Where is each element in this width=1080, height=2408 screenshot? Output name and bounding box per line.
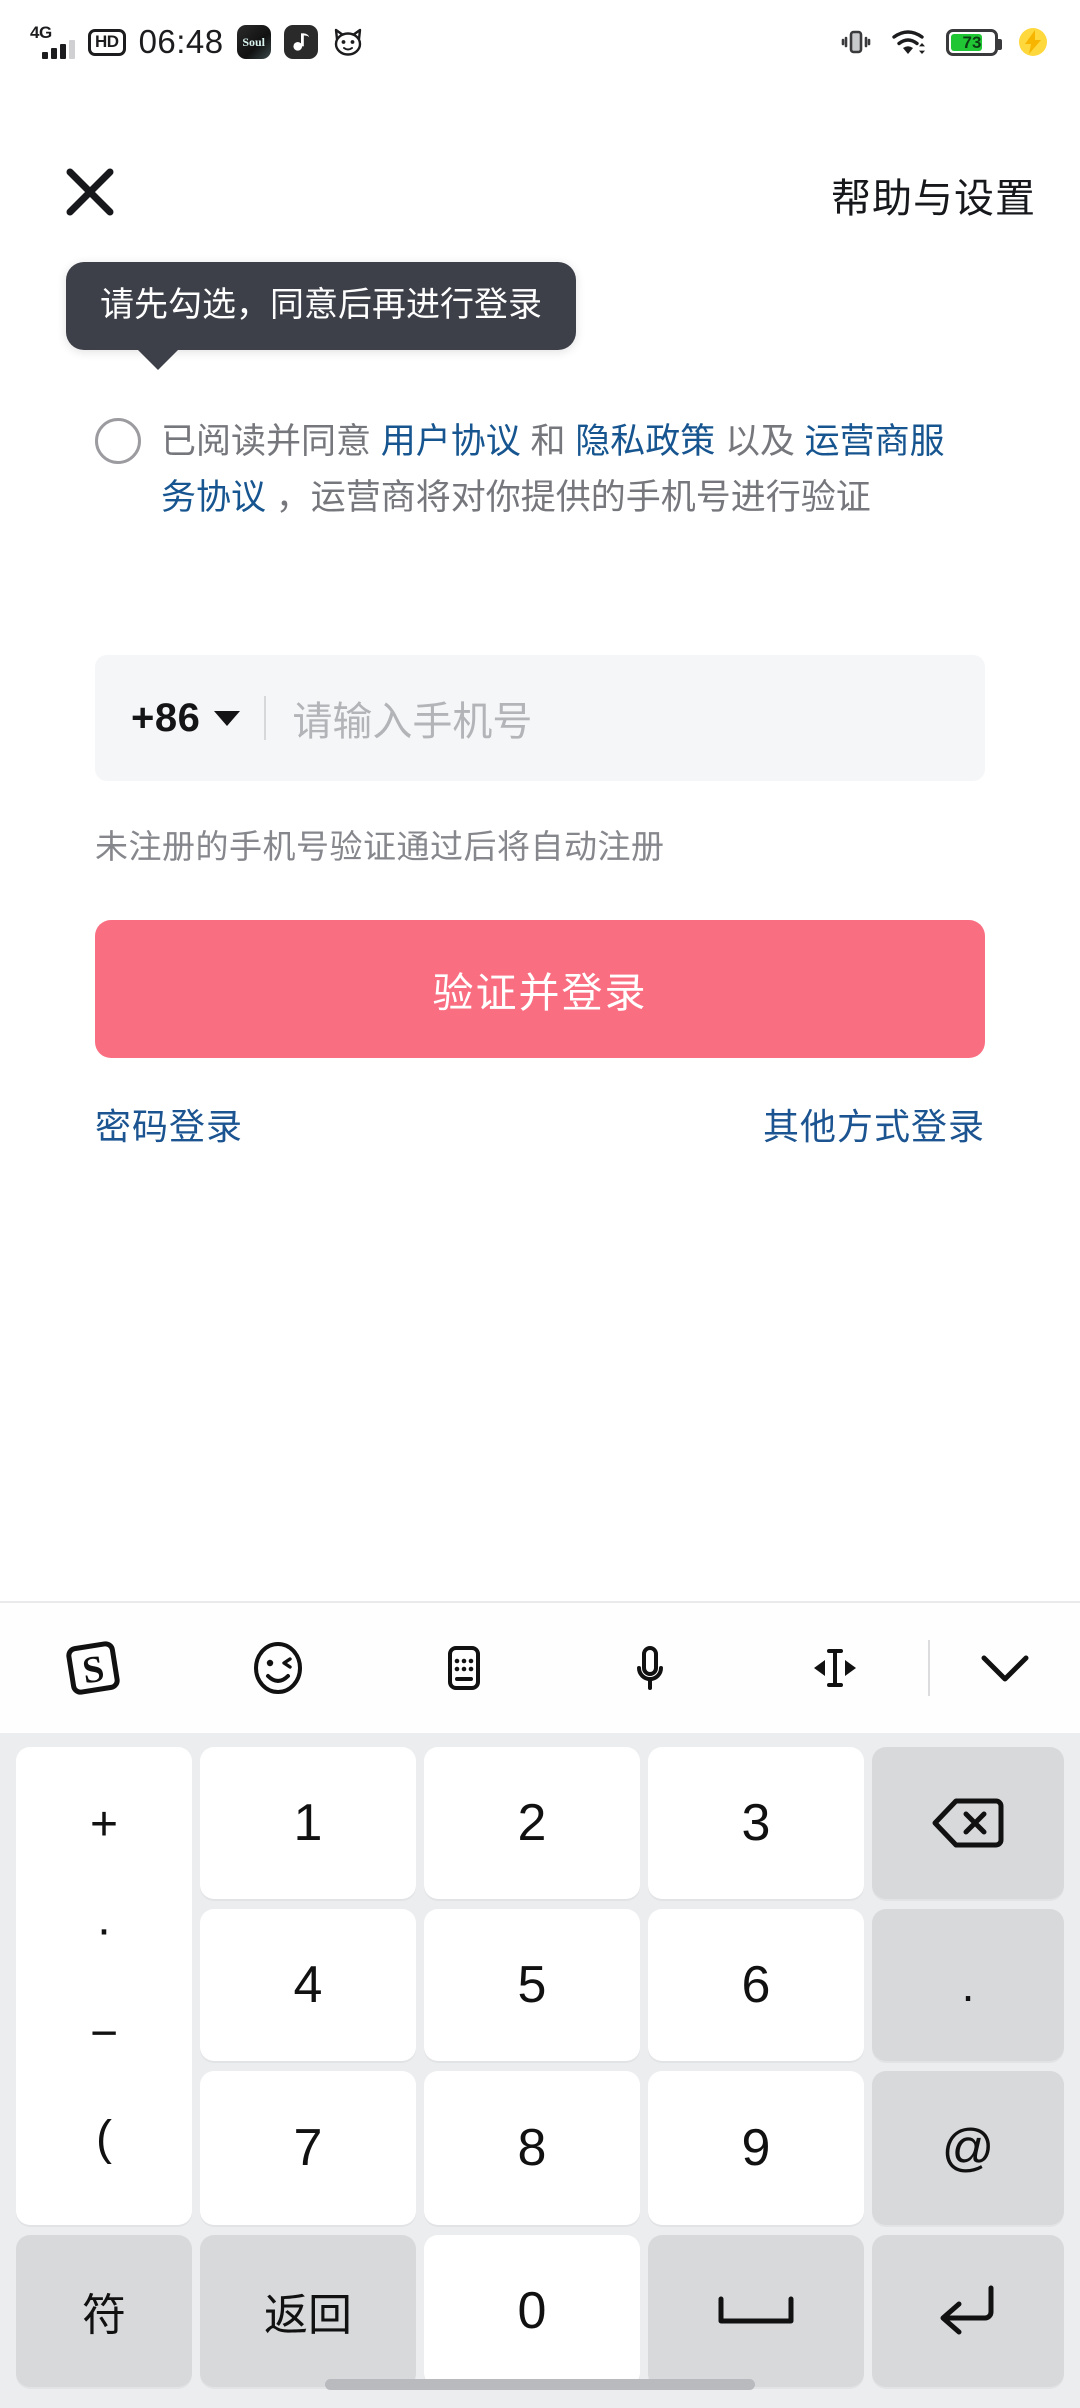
help-and-settings-link[interactable]: 帮助与设置 xyxy=(831,166,1036,224)
secondary-login-links: 密码登录 其他方式登录 xyxy=(95,1098,985,1150)
agreement-prefix: 已阅读并同意 xyxy=(161,422,381,461)
agreement-tooltip: 请先勾选，同意后再进行登录 xyxy=(66,262,576,370)
key-7[interactable]: 7 xyxy=(200,2071,416,2225)
phone-number-placeholder[interactable]: 请输入手机号 xyxy=(292,689,532,747)
phone-screen: 4G HD 06:48 Soul 73 帮助与设置 请先勾选，同意后再进行登录 … xyxy=(0,0,1080,2408)
phone-number-field[interactable]: +86 请输入手机号 xyxy=(95,655,985,781)
key-return-label[interactable]: 返回 xyxy=(200,2235,416,2387)
cat-app-icon xyxy=(331,25,365,59)
key-1[interactable]: 1 xyxy=(200,1747,416,1899)
key-8[interactable]: 8 xyxy=(424,2071,640,2225)
user-agreement-link[interactable]: 用户协议 xyxy=(381,422,521,461)
emoji-icon[interactable] xyxy=(186,1602,372,1734)
chevron-down-icon[interactable] xyxy=(214,710,241,726)
status-bar: 4G HD 06:48 Soul 73 xyxy=(0,0,1080,84)
battery-icon: 73 xyxy=(946,28,1002,56)
close-icon xyxy=(66,168,114,216)
enter-icon xyxy=(940,2285,994,2335)
auto-register-hint: 未注册的手机号验证通过后将自动注册 xyxy=(95,828,665,865)
agreement-tooltip-text: 请先勾选，同意后再进行登录 xyxy=(100,286,542,324)
vibrate-icon xyxy=(840,26,872,58)
status-bar-right: 73 xyxy=(840,25,1050,59)
home-indicator xyxy=(325,2379,755,2390)
network-type-label: 4G xyxy=(30,23,52,42)
key-0[interactable]: 0 xyxy=(424,2235,640,2387)
field-divider xyxy=(264,696,267,740)
keyboard-switch-icon[interactable] xyxy=(371,1602,557,1734)
agreement-row: 已阅读并同意 用户协议 和 隐私政策 以及 运营商服务协议 ，运营商将对你提供的… xyxy=(95,414,995,526)
verify-and-login-label: 验证并登录 xyxy=(432,970,648,1016)
charging-bolt-icon xyxy=(1016,25,1050,59)
key-4[interactable]: 4 xyxy=(200,1909,416,2061)
key-9[interactable]: 9 xyxy=(648,2071,864,2225)
space-icon xyxy=(718,2296,794,2324)
cursor-move-icon[interactable] xyxy=(742,1602,928,1734)
agreement-checkbox[interactable] xyxy=(95,418,141,464)
sogou-logo-icon[interactable]: S xyxy=(0,1602,186,1734)
key-5[interactable]: 5 xyxy=(424,1909,640,2061)
other-login-methods-link[interactable]: 其他方式登录 xyxy=(763,1098,985,1150)
key-6[interactable]: 6 xyxy=(648,1909,864,2061)
music-app-icon xyxy=(283,25,318,59)
agreement-suffix: ，运营商将对你提供的手机号进行验证 xyxy=(266,478,871,517)
status-bar-left: 4G HD 06:48 Soul xyxy=(30,23,365,61)
key-period[interactable]: . xyxy=(872,1909,1064,2061)
privacy-policy-link[interactable]: 隐私政策 xyxy=(575,422,715,461)
battery-percent-label: 73 xyxy=(962,32,982,52)
agreement-mid1: 和 xyxy=(520,422,576,461)
symbol-paren[interactable]: ( xyxy=(96,2114,112,2163)
key-space[interactable] xyxy=(648,2235,864,2387)
soul-app-icon-label: Soul xyxy=(242,34,265,49)
key-2[interactable]: 2 xyxy=(424,1747,640,1899)
key-3[interactable]: 3 xyxy=(648,1747,864,1899)
hd-icon: HD xyxy=(88,28,126,56)
agreement-text: 已阅读并同意 用户协议 和 隐私政策 以及 运营商服务协议 ，运营商将对你提供的… xyxy=(161,414,979,526)
top-navigation: 帮助与设置 xyxy=(0,140,1080,250)
key-enter[interactable] xyxy=(872,2235,1064,2387)
keyboard: S + · − (1 2 3 4 5 6 . 7 8 9 @ 符 返回 0 xyxy=(0,1601,1080,2408)
symbol-dot[interactable]: · xyxy=(96,1905,112,1954)
symbol-plus[interactable]: + xyxy=(90,1801,118,1849)
soul-app-icon: Soul xyxy=(236,25,271,59)
key-at[interactable]: @ xyxy=(872,2071,1064,2225)
password-login-link[interactable]: 密码登录 xyxy=(95,1098,243,1150)
symbols-column-key[interactable]: + · − ( xyxy=(16,1747,192,2225)
key-symbols[interactable]: 符 xyxy=(16,2235,192,2387)
keyboard-toolbar: S xyxy=(0,1601,1080,1733)
symbol-minus[interactable]: − xyxy=(90,2010,118,2058)
key-backspace[interactable] xyxy=(872,1747,1064,1899)
collapse-keyboard-icon[interactable] xyxy=(930,1602,1080,1734)
tooltip-tail xyxy=(136,348,180,370)
cellular-signal-icon: 4G xyxy=(30,23,75,59)
agreement-mid2: 以及 xyxy=(715,422,805,461)
keyboard-grid: + · − ( 1 2 3 4 5 6 . 7 8 9 @ 符 返回 0 xyxy=(0,1733,1080,2408)
wifi-icon xyxy=(890,27,928,57)
country-code-label[interactable]: +86 xyxy=(131,696,200,741)
microphone-icon[interactable] xyxy=(557,1602,743,1734)
close-button[interactable] xyxy=(52,154,128,230)
status-bar-clock: 06:48 xyxy=(138,23,224,60)
backspace-icon xyxy=(932,1798,1004,1848)
verify-and-login-button[interactable]: 验证并登录 xyxy=(95,920,985,1058)
